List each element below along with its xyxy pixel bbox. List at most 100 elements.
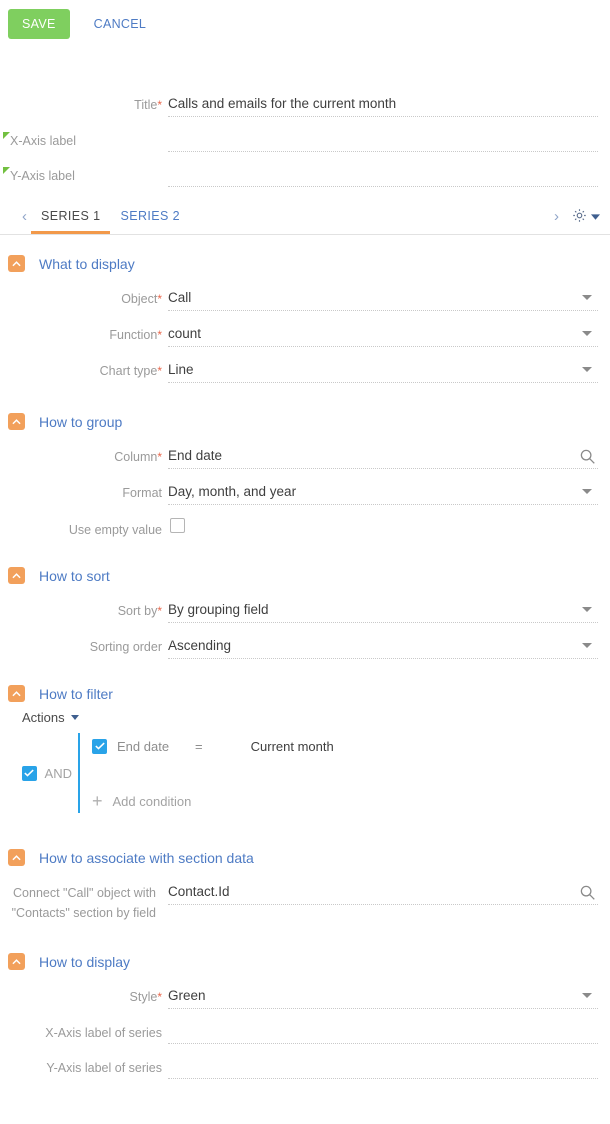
x-axis-label-control (162, 128, 598, 152)
how-to-filter-title[interactable]: How to filter (39, 686, 113, 702)
x-axis-label-label: X-Axis label (0, 128, 162, 150)
filter-condition-value[interactable]: Current month (213, 739, 334, 754)
sort-by-field-control: By grouping field (162, 598, 598, 623)
sort-by-underline (168, 622, 598, 623)
style-label-text: Style (129, 990, 158, 1004)
what-to-display-body: Object* Call Function* count Chart type*… (0, 286, 610, 383)
column-underline (168, 468, 598, 469)
connect-field-underline (168, 904, 598, 905)
chart-type-select-value[interactable]: Line (168, 358, 598, 382)
y-axis-label-input[interactable] (168, 163, 598, 186)
save-button[interactable]: SAVE (8, 9, 70, 39)
collapse-chevron-up-icon[interactable] (8, 567, 25, 584)
chevron-down-icon[interactable] (582, 489, 592, 494)
collapse-chevron-up-icon[interactable] (8, 849, 25, 866)
chevron-down-icon[interactable] (582, 993, 592, 998)
what-to-display-header: What to display (0, 255, 610, 272)
column-lookup-value[interactable]: End date (168, 444, 598, 468)
chevron-down-icon[interactable] (582, 331, 592, 336)
connect-field-row: Connect "Call" object with "Contacts" se… (0, 880, 610, 923)
title-field-control: Calls and emails for the current month (162, 92, 598, 117)
y-axis-label-of-series-row: Y-Axis label of series (0, 1055, 610, 1079)
style-select-value[interactable]: Green (168, 984, 598, 1008)
function-select-value[interactable]: count (168, 322, 598, 346)
search-icon[interactable] (579, 884, 596, 904)
connect-field-label-line2: "Contacts" section by field (11, 906, 156, 920)
how-to-display-title[interactable]: How to display (39, 954, 130, 970)
y-axis-label-of-series-input[interactable] (168, 1055, 598, 1078)
x-axis-label-of-series-underline (168, 1043, 598, 1044)
tab-series-2[interactable]: SERIES 2 (110, 199, 189, 234)
chevron-down-icon[interactable] (582, 367, 592, 372)
filter-condition-operator[interactable]: = (179, 739, 203, 754)
search-icon[interactable] (579, 448, 596, 468)
use-empty-value-checkbox[interactable] (170, 518, 185, 534)
filter-condition-checkbox[interactable] (92, 738, 107, 754)
next-series-arrow-icon[interactable]: › (550, 209, 563, 224)
sorting-order-field-control: Ascending (162, 634, 598, 659)
add-condition-button[interactable]: + Add condition (92, 789, 610, 813)
y-axis-label-control (162, 163, 598, 187)
function-field-control: count (162, 322, 598, 347)
cancel-button[interactable]: CANCEL (80, 9, 161, 39)
filter-condition-field[interactable]: End date (117, 739, 169, 754)
gear-icon[interactable] (571, 207, 588, 227)
tab-series-1[interactable]: SERIES 1 (31, 199, 111, 234)
sort-by-label: Sort by* (0, 598, 162, 620)
chevron-down-icon[interactable] (591, 209, 600, 224)
sorting-order-field-row: Sorting order Ascending (0, 634, 610, 659)
section-how-to-filter: How to filter Actions AND End date = Cur… (0, 685, 610, 813)
style-underline (168, 1008, 598, 1009)
prev-series-arrow-icon[interactable]: ‹ (18, 209, 31, 224)
how-to-group-title[interactable]: How to group (39, 414, 122, 430)
format-label: Format (122, 486, 162, 500)
x-axis-label-of-series-input[interactable] (168, 1020, 598, 1043)
chevron-down-icon[interactable] (70, 715, 79, 720)
how-to-associate-title[interactable]: How to associate with section data (39, 850, 254, 866)
how-to-sort-title[interactable]: How to sort (39, 568, 110, 584)
chevron-down-icon[interactable] (582, 607, 592, 612)
x-axis-label-of-series-label: X-Axis label of series (45, 1026, 162, 1040)
y-axis-label-of-series-label: Y-Axis label of series (46, 1061, 162, 1075)
chevron-down-icon[interactable] (582, 295, 592, 300)
plus-icon: + (92, 791, 103, 811)
sort-by-label-text: Sort by (117, 604, 158, 618)
x-axis-label-row: X-Axis label (0, 128, 610, 152)
filter-actions-label: Actions (22, 710, 65, 725)
filter-group-checkbox[interactable] (21, 765, 37, 781)
collapse-chevron-up-icon[interactable] (8, 255, 25, 272)
collapse-chevron-up-icon[interactable] (8, 413, 25, 430)
how-to-filter-header: How to filter (0, 685, 610, 702)
style-label: Style* (0, 984, 162, 1006)
how-to-group-header: How to group (0, 413, 610, 430)
sort-by-field-row: Sort by* By grouping field (0, 598, 610, 623)
object-underline (168, 310, 598, 311)
title-label-text: Title (134, 98, 158, 112)
sorting-order-select-value[interactable]: Ascending (168, 634, 598, 658)
y-axis-label-row: Y-Axis label (0, 163, 610, 187)
object-select-value[interactable]: Call (168, 286, 598, 310)
chevron-down-icon[interactable] (582, 643, 592, 648)
style-field-row: Style* Green (0, 984, 610, 1009)
format-field-control: Day, month, and year (162, 480, 598, 505)
format-underline (168, 504, 598, 505)
how-to-sort-header: How to sort (0, 567, 610, 584)
title-input[interactable]: Calls and emails for the current month (168, 92, 598, 116)
filter-logical-operator-label[interactable]: AND (45, 766, 72, 781)
object-field-row: Object* Call (0, 286, 610, 311)
chart-type-underline (168, 382, 598, 383)
format-select-value[interactable]: Day, month, and year (168, 480, 598, 504)
collapse-chevron-up-icon[interactable] (8, 953, 25, 970)
x-axis-label-input[interactable] (168, 128, 598, 151)
sort-by-select-value[interactable]: By grouping field (168, 598, 598, 622)
y-axis-label-of-series-control (162, 1055, 598, 1079)
what-to-display-title[interactable]: What to display (39, 256, 135, 272)
section-what-to-display: What to display Object* Call Function* c… (0, 255, 610, 383)
connect-field-lookup-value[interactable]: Contact.Id (168, 880, 598, 904)
localization-triangle-icon (3, 167, 10, 174)
chart-type-field-control: Line (162, 358, 598, 383)
collapse-chevron-up-icon[interactable] (8, 685, 25, 702)
series-settings-menu[interactable] (563, 207, 600, 227)
filter-actions-menu[interactable]: Actions (0, 710, 610, 725)
use-empty-value-control (162, 517, 598, 534)
